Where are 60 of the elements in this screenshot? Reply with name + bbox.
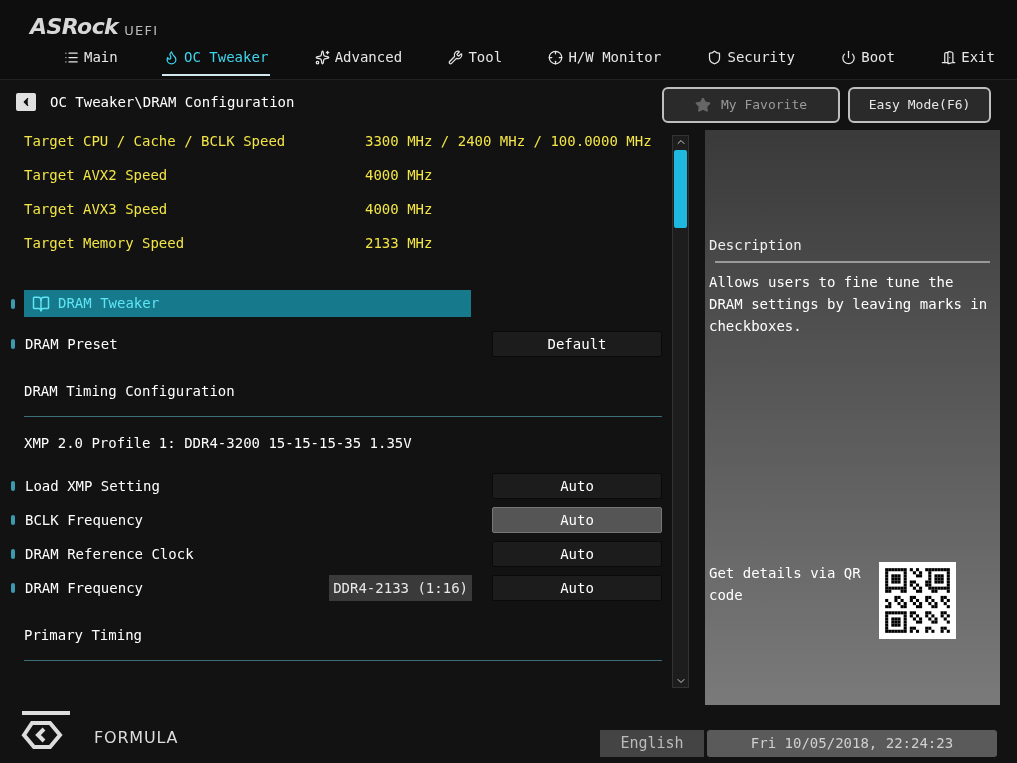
- shield-icon: [707, 50, 723, 65]
- list-icon: [64, 50, 79, 65]
- tools-icon: [448, 50, 464, 65]
- formula-logo-text: FORMULA: [94, 727, 179, 749]
- target-value: 2133 MHz: [365, 233, 433, 253]
- info-marker-icon: [11, 515, 15, 525]
- qr-code-icon: [879, 562, 956, 639]
- nav-tab[interactable]: Boot: [839, 41, 897, 76]
- uefi-label: UEFI: [124, 24, 159, 37]
- description-title: Description: [709, 236, 803, 255]
- target-value: 4000 MHz: [365, 199, 433, 219]
- nav-tab[interactable]: Security: [705, 41, 797, 76]
- target-label: Target Memory Speed: [24, 233, 186, 253]
- target-value: 3300 MHz / 2400 MHz / 100.0000 MHz: [365, 131, 652, 151]
- qr-hint: Get details via QR code: [709, 564, 862, 605]
- favorite-button[interactable]: My Favorite: [662, 87, 840, 123]
- nav-tab[interactable]: Advanced: [312, 41, 405, 76]
- value-button[interactable]: Auto: [492, 541, 662, 567]
- nav-tab[interactable]: H/W Monitor: [546, 41, 664, 76]
- nav-tab[interactable]: Exit: [939, 41, 997, 76]
- target-value: 4000 MHz: [365, 165, 433, 185]
- info-marker-icon: [11, 339, 15, 349]
- nav-tab[interactable]: OC Tweaker: [162, 41, 271, 76]
- back-button[interactable]: [16, 93, 36, 111]
- nav-tab[interactable]: Tool: [446, 41, 505, 76]
- book-icon: [32, 294, 50, 313]
- value-button[interactable]: Default: [492, 331, 662, 357]
- scrollbar-thumb[interactable]: [674, 150, 687, 228]
- datetime-bar: Fri 10/05/2018, 22:24:23: [707, 730, 997, 757]
- value-button[interactable]: Auto: [492, 507, 662, 533]
- profile-text: XMP 2.0 Profile 1: DDR4-3200 15-15-15-35 1.35V: [24, 433, 412, 453]
- option-label: DRAM Preset: [25, 334, 118, 354]
- star-icon: [694, 97, 711, 113]
- target-label: Target AVX3 Speed: [24, 199, 169, 219]
- section-heading: DRAM Timing Configuration: [24, 382, 236, 401]
- nav-tab[interactable]: Main: [62, 41, 120, 76]
- language-button[interactable]: English: [600, 730, 704, 757]
- breadcrumb: OC Tweaker\DRAM Configuration: [50, 92, 295, 112]
- section-heading: Primary Timing: [24, 626, 143, 645]
- option-label: DRAM Reference Clock: [25, 544, 194, 564]
- power-icon: [841, 50, 857, 65]
- easy-mode-button[interactable]: Easy Mode(F6): [848, 87, 991, 123]
- info-marker-icon: [11, 583, 15, 593]
- current-value: DDR4-2133 (1:16): [329, 575, 472, 601]
- info-marker-icon: [11, 298, 15, 309]
- crosshair-icon: [548, 50, 564, 65]
- target-label: Target AVX2 Speed: [24, 165, 169, 185]
- option-label: Load XMP Setting: [25, 476, 160, 496]
- star-icon: [314, 50, 330, 65]
- info-marker-icon: [11, 549, 15, 559]
- value-button[interactable]: Auto: [492, 473, 662, 499]
- brand-logo: ASRock: [30, 16, 119, 38]
- target-label: Target CPU / Cache / BCLK Speed: [24, 131, 287, 151]
- option-label: BCLK Frequency: [25, 510, 143, 530]
- description-text: Allows users to fine tune the DRAM settings by leaving marks in checkboxes.: [709, 273, 989, 336]
- door-icon: [941, 50, 957, 65]
- scrollbar[interactable]: [672, 135, 689, 688]
- option-label: DRAM Frequency: [25, 578, 143, 598]
- info-marker-icon: [11, 481, 15, 491]
- value-button[interactable]: Auto: [492, 575, 662, 601]
